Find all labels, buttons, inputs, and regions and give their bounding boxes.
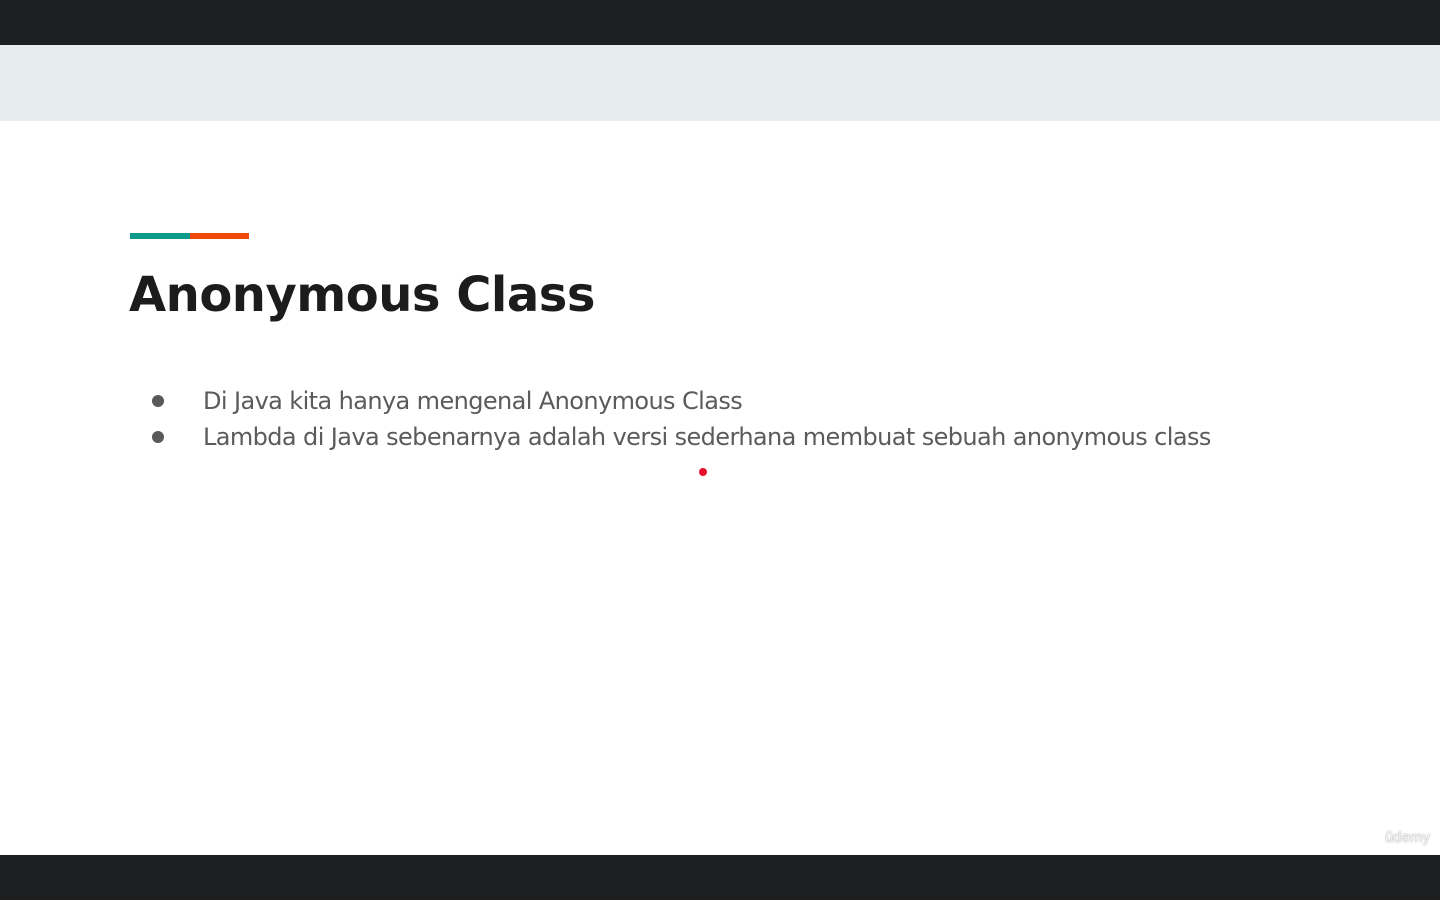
- slide-header-band: [0, 45, 1440, 121]
- bullet-item: Lambda di Java sebenarnya adalah versi s…: [150, 419, 1211, 455]
- title-accent-line: [130, 233, 249, 239]
- bullet-text: Lambda di Java sebenarnya adalah versi s…: [203, 423, 1211, 451]
- bullet-text: Di Java kita hanya mengenal Anonymous Cl…: [203, 387, 743, 415]
- udemy-watermark: ûdemy: [1384, 829, 1430, 846]
- laser-pointer-dot: [699, 468, 707, 476]
- bullet-icon: [152, 431, 164, 443]
- video-top-bar: [0, 0, 1440, 45]
- bullet-list: Di Java kita hanya mengenal Anonymous Cl…: [150, 383, 1211, 455]
- bullet-icon: [152, 395, 164, 407]
- video-bottom-bar: [0, 855, 1440, 900]
- slide-title: Anonymous Class: [129, 267, 595, 323]
- bullet-item: Di Java kita hanya mengenal Anonymous Cl…: [150, 383, 1211, 419]
- accent-line-teal: [130, 233, 190, 239]
- presentation-slide: Anonymous Class Di Java kita hanya menge…: [0, 45, 1440, 855]
- accent-line-orange: [190, 233, 249, 239]
